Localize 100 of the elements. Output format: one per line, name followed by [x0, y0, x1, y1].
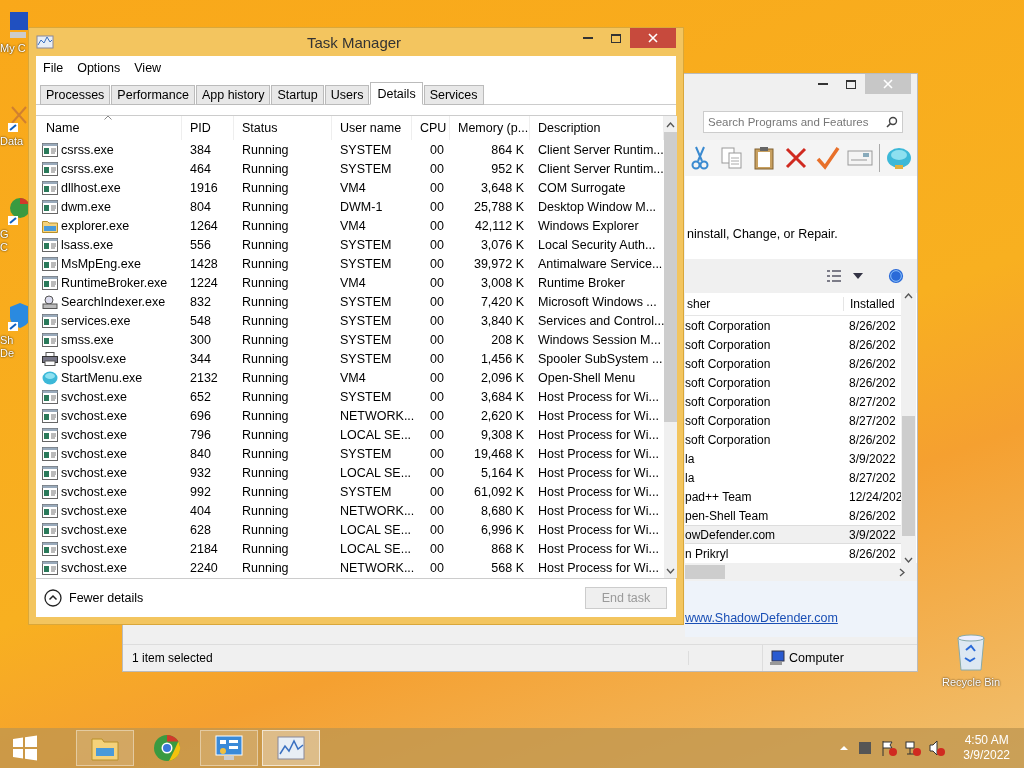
table-cell-text: 832: [189, 294, 212, 309]
program-row[interactable]: owDefender.com 3/9/2022: [685, 525, 901, 544]
table-cell-text: 8,680 K: [479, 503, 525, 518]
table-cell-text: VM4: [339, 218, 367, 233]
program-row[interactable]: soft Corporation 8/26/202: [685, 430, 901, 449]
table-cell-text: Running: [241, 465, 290, 480]
tab[interactable]: Details: [370, 82, 423, 105]
table-cell-text: 992: [189, 484, 212, 499]
magnifier-icon: [42, 294, 58, 309]
instruction-text: ninstall, Change, or Repair.: [686, 227, 838, 241]
table-cell-text: 19,468 K: [472, 446, 525, 461]
website-link[interactable]: www.ShadowDefender.com: [685, 611, 838, 625]
column-header[interactable]: User name: [332, 116, 412, 140]
column-header[interactable]: Status: [234, 116, 332, 140]
table-cell-text: SYSTEM: [339, 256, 393, 271]
program-window-icon: [42, 560, 58, 575]
program-window-icon: [42, 522, 58, 537]
dropdown-caret-icon[interactable]: [853, 273, 863, 279]
table-cell-text: Host Process for Wi...: [537, 522, 660, 537]
search-field[interactable]: Search Programs and Features: [703, 111, 903, 133]
maximize-icon[interactable]: [611, 33, 621, 43]
table-cell-text: Running: [241, 313, 290, 328]
program-window-icon: [42, 332, 58, 347]
table-cell-text: VM4: [339, 370, 367, 385]
column-header[interactable]: PID: [182, 116, 234, 140]
fewer-details-button[interactable]: Fewer details: [44, 589, 144, 607]
program-window-icon: [42, 142, 58, 157]
program-window-icon: [42, 256, 58, 271]
table-cell-text: Running: [241, 484, 290, 499]
tab[interactable]: Processes: [40, 85, 111, 105]
table-cell-text: 1428: [189, 256, 219, 271]
close-icon: [648, 33, 658, 43]
table-cell-text: Running: [241, 237, 290, 252]
tab[interactable]: Users: [324, 85, 370, 105]
scroll-thumb[interactable]: [685, 565, 725, 579]
table-cell-text: Host Process for Wi...: [537, 541, 660, 556]
table-cell-text: Host Process for Wi...: [537, 465, 660, 480]
tab[interactable]: Startup: [271, 85, 324, 105]
scrollbar[interactable]: [664, 116, 678, 578]
program-row[interactable]: soft Corporation 8/27/202: [685, 392, 901, 411]
menu-item[interactable]: File: [38, 61, 69, 75]
tab[interactable]: App history: [195, 85, 271, 105]
scroll-up-icon[interactable]: [666, 122, 676, 128]
table-cell-text: VM4: [339, 180, 367, 195]
table-cell-text: VM4: [339, 275, 367, 290]
checkmark-icon[interactable]: [815, 145, 841, 171]
program-window-icon: [42, 313, 58, 328]
process-name-text: svchost.exe: [61, 446, 127, 461]
program-row[interactable]: soft Corporation 8/26/202: [685, 354, 901, 373]
close-button[interactable]: [630, 28, 676, 48]
network-error-icon[interactable]: [905, 740, 922, 756]
process-name-text: explorer.exe: [61, 218, 130, 233]
program-row[interactable]: pad++ Team 12/24/202: [685, 487, 901, 506]
table-cell-text: 628: [189, 522, 212, 537]
table-cell-text: 1264: [189, 218, 219, 233]
program-row[interactable]: soft Corporation 8/27/202: [685, 411, 901, 430]
scroll-up-icon[interactable]: [904, 293, 913, 299]
maximize-icon[interactable]: [846, 79, 856, 89]
table-cell-text: 00: [429, 446, 445, 461]
program-row[interactable]: n Prikryl 8/26/202: [685, 544, 901, 563]
collapse-up-icon: [44, 589, 62, 607]
view-list-icon[interactable]: [825, 268, 843, 284]
column-header[interactable]: Name: [38, 116, 182, 140]
program-row[interactable]: soft Corporation 8/26/202: [685, 335, 901, 354]
tab[interactable]: Services: [423, 85, 484, 105]
program-row[interactable]: la 8/27/202: [685, 468, 901, 487]
column-header[interactable]: sher: [685, 297, 843, 311]
scroll-down-icon[interactable]: [904, 557, 913, 563]
delete-x-icon[interactable]: [783, 145, 809, 171]
column-header[interactable]: Memory (p...: [450, 116, 530, 140]
minimize-icon[interactable]: [818, 82, 828, 86]
shell-icon[interactable]: [886, 145, 912, 171]
column-header[interactable]: CPU: [412, 116, 450, 140]
scroll-right-icon[interactable]: [899, 567, 905, 577]
speaker-muted-icon[interactable]: [929, 740, 946, 756]
shell-icon: [42, 370, 58, 385]
taskbar-button[interactable]: [76, 730, 134, 766]
table-cell-text: 1916: [189, 180, 219, 195]
flag-error-icon[interactable]: [881, 740, 898, 756]
taskbar-button[interactable]: [262, 730, 320, 766]
square-icon[interactable]: [857, 740, 874, 756]
program-row[interactable]: pen-Shell Team 8/26/202: [685, 506, 901, 525]
clipboard-icon[interactable]: [751, 145, 777, 171]
program-row[interactable]: la 3/9/2022: [685, 449, 901, 468]
process-name-text: csrss.exe: [61, 161, 114, 176]
menu-item[interactable]: View: [129, 61, 167, 75]
program-window-icon: [42, 408, 58, 423]
table-cell-text: 61,092 K: [472, 484, 525, 499]
scroll-down-icon[interactable]: [666, 568, 676, 574]
taskbar-button[interactable]: [200, 730, 258, 766]
process-name-text: svchost.exe: [61, 389, 127, 404]
program-row[interactable]: soft Corporation 8/26/202: [685, 316, 901, 335]
program-row[interactable]: soft Corporation 8/26/202: [685, 373, 901, 392]
monitor-icon: [214, 734, 244, 762]
table-cell-text: Running: [241, 294, 290, 309]
minimize-icon[interactable]: [583, 36, 593, 40]
table-cell-text: 00: [429, 275, 445, 290]
tab[interactable]: Performance: [111, 85, 195, 105]
menu-item[interactable]: Options: [72, 61, 126, 75]
table-cell-text: 00: [429, 199, 445, 214]
